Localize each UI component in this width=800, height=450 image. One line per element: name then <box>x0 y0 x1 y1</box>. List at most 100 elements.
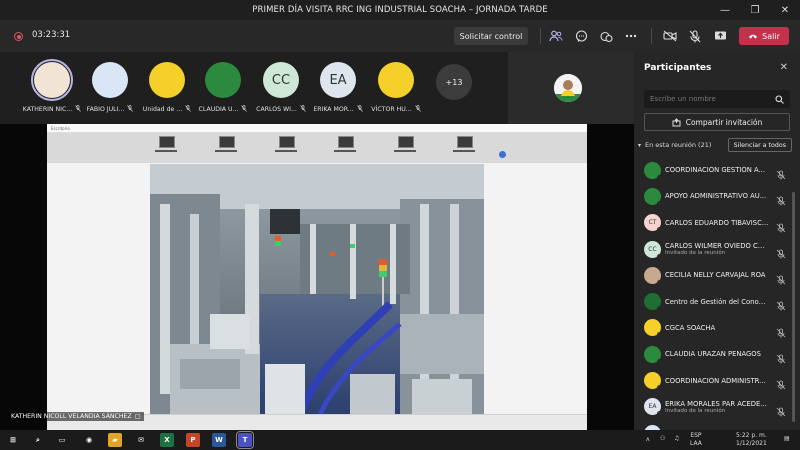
avatar <box>31 59 73 101</box>
participant-tile[interactable]: EA ERIKA MOR... <box>308 62 368 122</box>
microphone-muted-icon <box>300 105 306 114</box>
window-title: PRIMER DÍA VISITA RRC ING INDUSTRIAL SOA… <box>252 5 548 15</box>
microphone-muted-icon[interactable] <box>776 191 786 206</box>
microphone-muted-icon[interactable] <box>776 323 786 338</box>
close-button[interactable]: ✕ <box>770 0 800 20</box>
volume-icon[interactable]: ♫ <box>674 435 679 443</box>
excel-icon[interactable]: X <box>160 433 174 447</box>
more-participants-button[interactable]: +13 <box>436 64 472 100</box>
presenter-name-label: KATHERIN NICOLL VELANDIA SÁNCHEZ ▢ <box>8 412 144 421</box>
microphone-muted-icon <box>414 105 421 114</box>
microphone-muted-icon <box>241 105 248 114</box>
clock-time: 5:22 p. m. <box>736 432 767 439</box>
word-icon[interactable]: W <box>212 433 226 447</box>
participant-text: CARLOS EDUARDO TIBAVISC... <box>665 219 769 227</box>
task-view-icon[interactable]: ▭ <box>55 433 69 447</box>
network-icon[interactable]: ʌ <box>646 436 650 444</box>
people-icon[interactable]: ⚇ <box>660 435 665 443</box>
status-badge <box>657 200 661 205</box>
status-badge <box>657 279 661 284</box>
microphone-muted-icon[interactable] <box>776 218 786 233</box>
self-video-tile[interactable] <box>508 52 634 124</box>
in-meeting-section-header[interactable]: ▾ En esta reunión (21) Silenciar a todos <box>638 138 796 152</box>
teams-icon[interactable]: T <box>236 431 254 449</box>
self-avatar <box>554 74 582 102</box>
share-invite-button[interactable]: Compartir invitación <box>644 113 790 131</box>
avatar <box>149 62 185 98</box>
minimize-button[interactable]: — <box>710 0 740 20</box>
teams-meeting-window: PRIMER DÍA VISITA RRC ING INDUSTRIAL SOA… <box>0 0 800 450</box>
clock[interactable]: 5:22 p. m. 1/12/2021 <box>736 432 767 448</box>
more-options-icon[interactable] <box>623 28 639 44</box>
tile-name-row: ERIKA MOR... <box>308 105 368 114</box>
leave-button[interactable]: Salir <box>739 27 789 45</box>
microphone-muted-icon[interactable] <box>776 270 786 285</box>
status-badge <box>657 253 661 258</box>
participant-list-item[interactable]: COORDINACIÓN ADMINISTR... <box>644 367 790 393</box>
shared-screen-header: Escritorio <box>47 124 587 133</box>
participant-list-item[interactable]: COORDINACIÓN GESTIÓN A... <box>644 157 790 183</box>
breakout-rooms-icon[interactable] <box>598 28 614 44</box>
participant-list-item[interactable]: CECILIA NELLY CARVAJAL ROA <box>644 262 790 288</box>
avatar-initials: CC <box>648 245 657 253</box>
close-panel-button[interactable]: ✕ <box>780 62 788 73</box>
window-controls: — ❐ ✕ <box>710 0 800 20</box>
share-screen-icon[interactable] <box>712 28 728 44</box>
language-indicator[interactable]: ESP LAA <box>690 432 702 448</box>
participant-tile[interactable]: VÍCTOR HU... <box>366 62 426 122</box>
participant-tile[interactable]: CLAUDIA U... <box>193 62 253 122</box>
participant-name: CARLOS WILMER OVIEDO CO... <box>665 242 769 251</box>
mute-all-button[interactable]: Silenciar a todos <box>727 138 792 152</box>
search-input[interactable] <box>650 95 770 103</box>
file-explorer-icon[interactable]: ▰ <box>108 433 122 447</box>
microphone-muted-icon[interactable] <box>776 296 786 311</box>
avatar <box>644 293 661 311</box>
microphone-muted-icon[interactable] <box>776 402 786 417</box>
participant-list-item[interactable]: CLAUDIA URAZAN PENAGOS <box>644 341 790 367</box>
participant-tile[interactable]: KATHERIN NIC... <box>22 59 82 122</box>
screen-share-icon: ▢ <box>134 413 141 420</box>
mini-tile <box>155 136 179 160</box>
mail-icon[interactable]: ✉ <box>134 433 148 447</box>
participant-list-item[interactable]: APOYO ADMINISTRATIVO AU... <box>644 183 790 209</box>
status-badge <box>657 306 661 311</box>
mini-tile <box>453 136 477 160</box>
request-control-button[interactable]: Solicitar control <box>454 27 528 45</box>
share-icon <box>672 117 681 126</box>
microphone-muted-icon[interactable] <box>776 349 786 364</box>
microphone-muted-icon[interactable] <box>776 165 786 180</box>
search-icon[interactable]: ⌕ <box>31 433 45 447</box>
avatar <box>644 266 661 284</box>
participant-list-item[interactable]: CC CARLOS WILMER OVIEDO CO... Invitado de … <box>644 236 790 262</box>
panel-scrollbar[interactable] <box>792 192 795 422</box>
camera-off-icon[interactable] <box>662 28 678 44</box>
chrome-icon[interactable]: ◉ <box>82 433 96 447</box>
participant-list-item[interactable]: CGCA SOACHA <box>644 315 790 341</box>
participant-text: CECILIA NELLY CARVAJAL ROA <box>665 271 769 279</box>
participant-list-item[interactable]: CT CARLOS EDUARDO TIBAVISC... <box>644 210 790 236</box>
microphone-muted-icon[interactable] <box>776 375 786 390</box>
participant-tile[interactable]: Unidad de ... <box>137 62 197 122</box>
participant-name: ERIKA MORALES PAR ACEDE... <box>665 399 767 408</box>
powerpoint-icon[interactable]: P <box>186 433 200 447</box>
participant-list-item[interactable]: Centro de Gestión del Conoci... <box>644 288 790 314</box>
windows-start-icon[interactable]: ⊞ <box>6 433 20 447</box>
search-icon <box>775 94 784 104</box>
microphone-muted-icon[interactable] <box>687 28 703 44</box>
microphone-muted-icon[interactable] <box>776 244 786 259</box>
mini-tile <box>275 136 299 160</box>
meeting-timer: 03:23:31 <box>32 30 71 40</box>
participant-tile[interactable]: CC CARLOS WI... <box>251 62 311 122</box>
participant-list-item[interactable]: EA ERIKA MORALES PAR ACEDE... Invitado de … <box>644 394 790 420</box>
notifications-icon[interactable]: ▤ <box>784 435 790 443</box>
toolbar-divider <box>651 28 652 44</box>
participant-search[interactable] <box>644 90 790 108</box>
participant-text: CGCA SOACHA <box>665 324 769 332</box>
tile-name-row: CARLOS WI... <box>251 105 311 114</box>
restore-button[interactable]: ❐ <box>740 0 770 20</box>
avatar <box>644 319 661 337</box>
invite-label: Compartir invitación <box>685 117 763 127</box>
chat-icon[interactable] <box>573 28 589 44</box>
participant-tile[interactable]: FABIO JULI... <box>80 62 140 122</box>
participants-icon[interactable] <box>548 28 564 44</box>
